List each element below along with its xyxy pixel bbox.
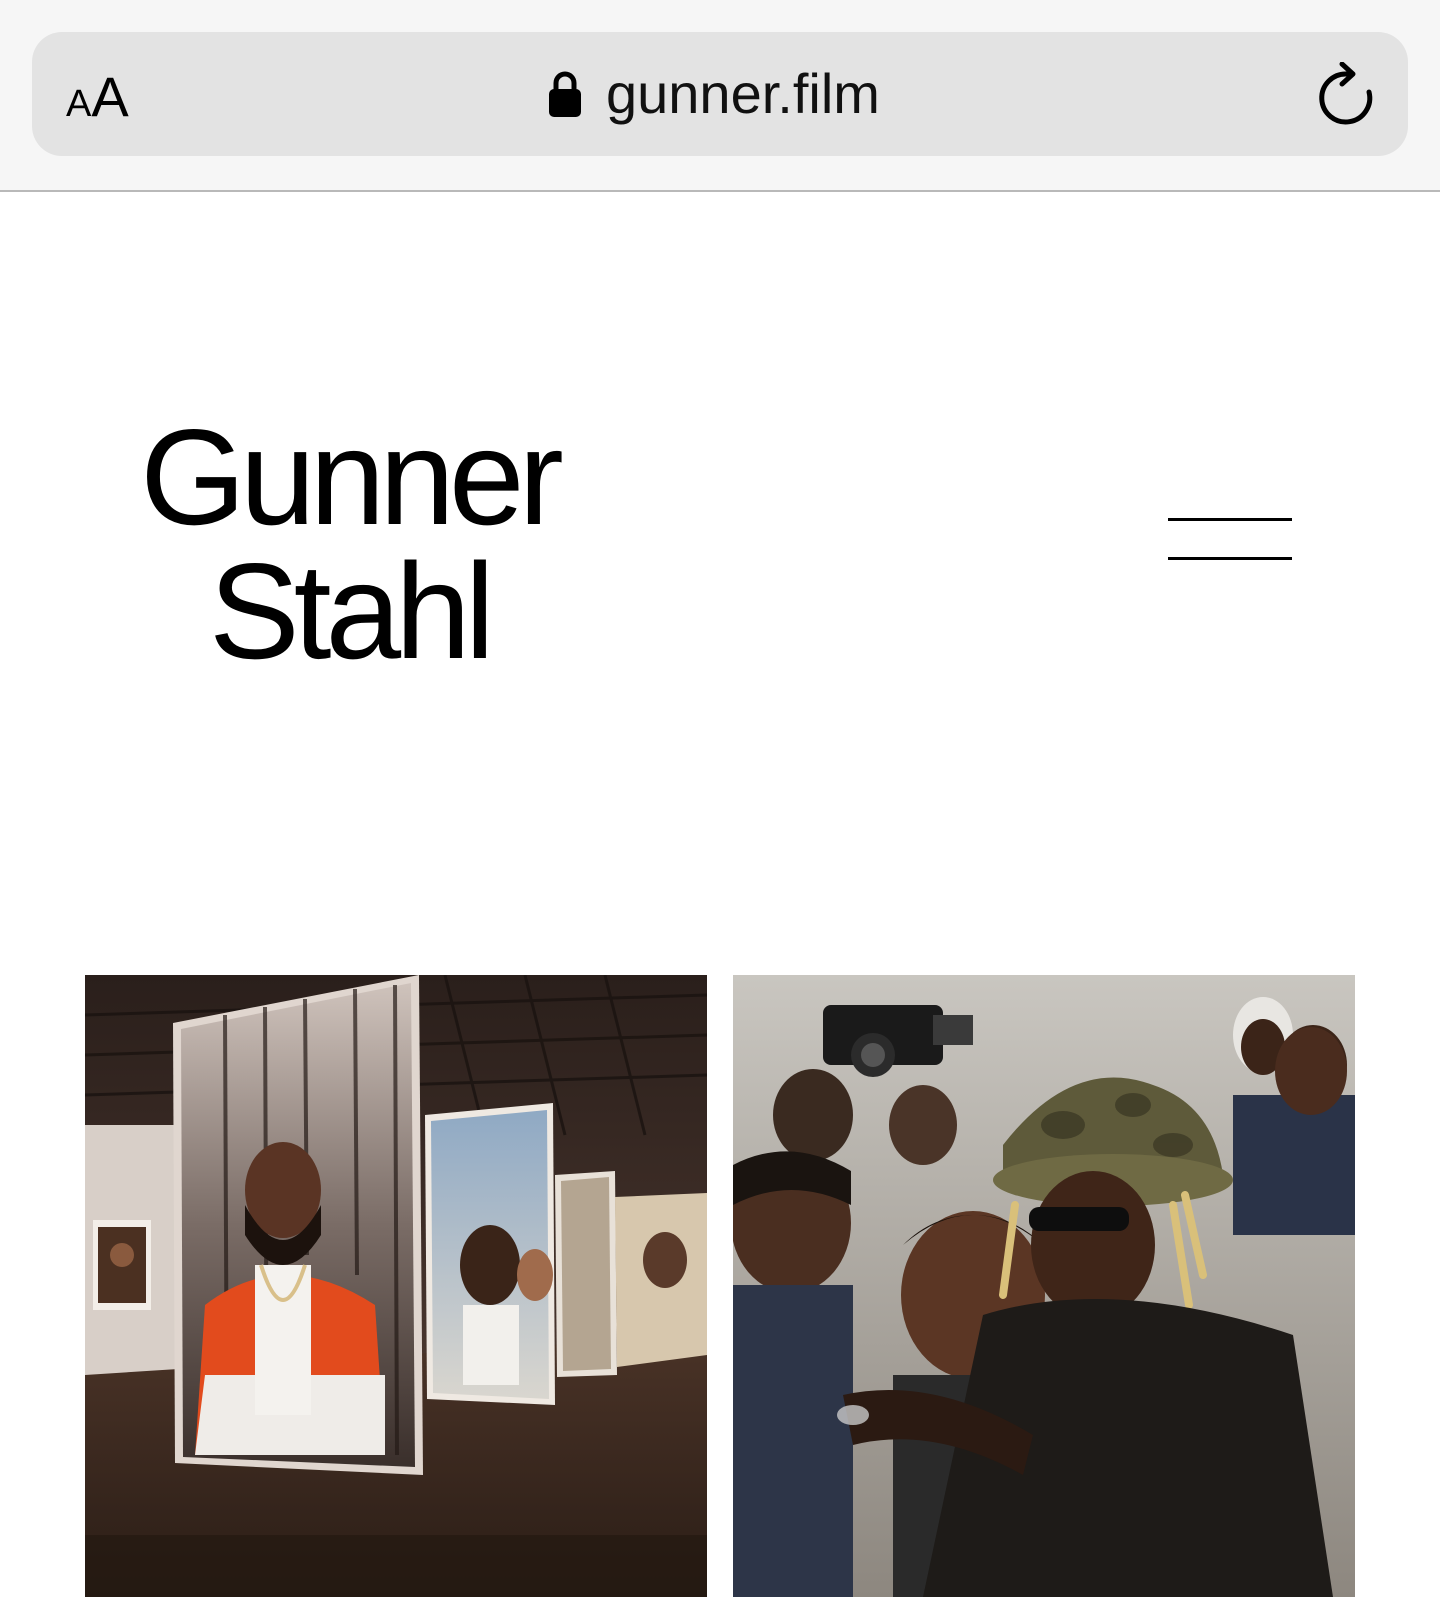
gallery-exhibition-photo[interactable]: [85, 975, 707, 1597]
url-text: gunner.film: [606, 62, 880, 125]
text-size-small-label: A: [66, 83, 92, 125]
reload-icon[interactable]: [1318, 62, 1376, 126]
url-display[interactable]: gunner.film: [548, 58, 880, 130]
site-title-line2: Stahl: [209, 535, 495, 687]
photo-gallery: [85, 975, 1355, 1597]
crowd-photo-illustration: [733, 975, 1355, 1597]
site-title[interactable]: Gunner Stahl: [124, 401, 574, 687]
exhibition-photo-illustration: [85, 975, 707, 1597]
menu-line-bottom: [1168, 557, 1292, 560]
browser-chrome: A A gunner.film: [0, 0, 1440, 192]
text-size-button[interactable]: A A: [66, 64, 129, 128]
site-title-line1: Gunner: [140, 401, 564, 553]
text-size-big-label: A: [91, 65, 129, 128]
hamburger-menu-icon[interactable]: [1168, 514, 1292, 560]
menu-line-top: [1168, 518, 1292, 521]
crowd-portrait-photo[interactable]: [733, 975, 1355, 1597]
lock-icon: [549, 71, 581, 117]
